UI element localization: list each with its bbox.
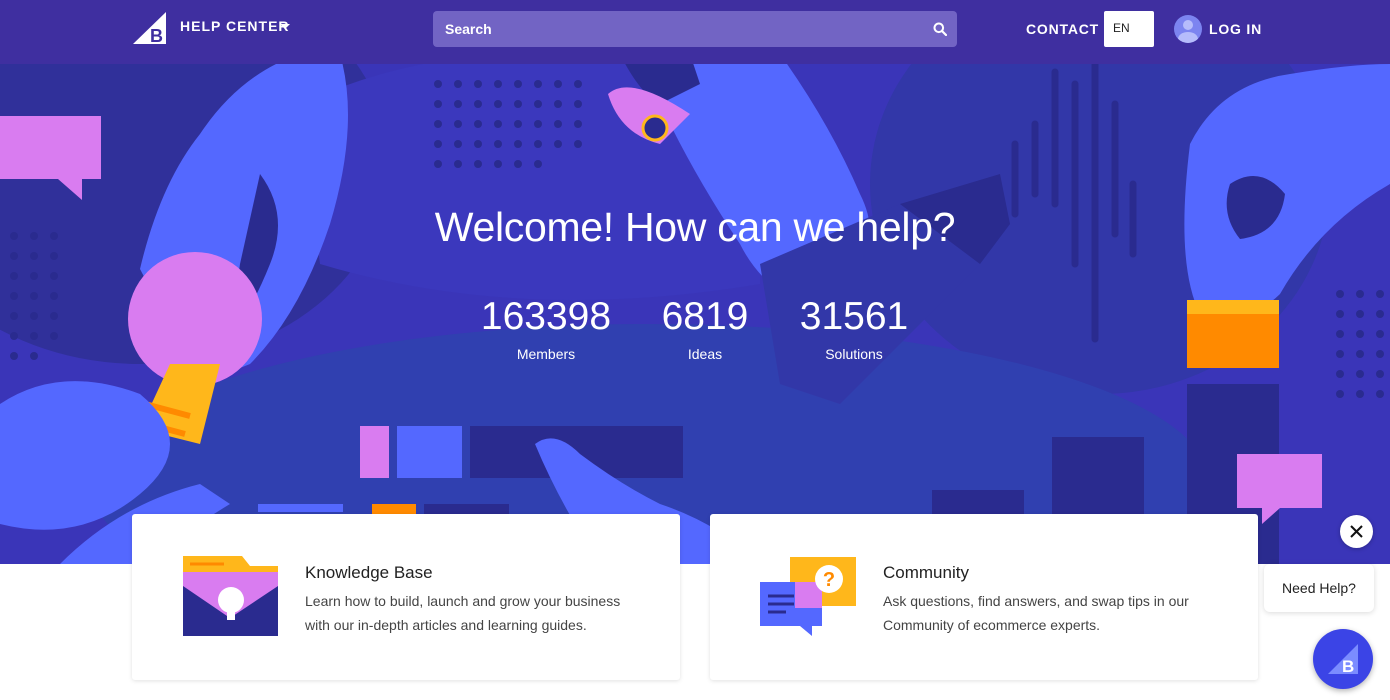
top-navigation-bar: B HELP CENTER CONTACT EN LOG IN (0, 0, 1390, 64)
svg-text:?: ? (823, 569, 835, 591)
search-bar (433, 11, 957, 47)
close-icon (1350, 525, 1363, 538)
search-icon[interactable] (933, 22, 947, 36)
stat-label: Solutions (825, 346, 883, 362)
help-center-menu[interactable]: HELP CENTER (180, 18, 290, 34)
chat-launcher-button[interactable]: B (1313, 629, 1373, 689)
need-help-bubble[interactable]: Need Help? (1264, 564, 1374, 612)
stat-label: Members (516, 346, 576, 362)
chat-logo-icon: B (1328, 644, 1358, 674)
search-input[interactable] (433, 11, 913, 47)
svg-text:B: B (1342, 657, 1354, 674)
community-card[interactable]: ? Community Ask questions, find answers,… (710, 514, 1258, 680)
hero-title: Welcome! How can we help? (434, 204, 956, 250)
card-description: Learn how to build, launch and grow your… (305, 593, 621, 633)
chat-question-icon: ? (760, 557, 856, 636)
stat-value: 31561 (799, 295, 909, 338)
hero-banner: Welcome! How can we help? 163398 Members… (0, 64, 1390, 564)
brand-logo-icon[interactable]: B (133, 12, 166, 44)
stat-ideas: 6819 Ideas (645, 295, 765, 363)
close-help-button[interactable] (1340, 515, 1373, 548)
stat-solutions: 31561 Solutions (789, 295, 919, 363)
stat-members: 163398 Members (476, 295, 616, 363)
card-description: Ask questions, find answers, and swap ti… (883, 593, 1189, 633)
caret-down-icon[interactable] (280, 24, 290, 29)
card-title[interactable]: Community (883, 563, 969, 583)
user-avatar-icon[interactable] (1174, 15, 1202, 43)
stat-label: Ideas (687, 346, 723, 362)
language-select[interactable]: EN (1104, 11, 1154, 47)
login-link[interactable]: LOG IN (1209, 21, 1262, 37)
folder-lightbulb-icon (183, 556, 278, 636)
knowledge-base-card[interactable]: Knowledge Base Learn how to build, launc… (132, 514, 680, 680)
contact-link[interactable]: CONTACT (1026, 21, 1099, 37)
stat-value: 163398 (480, 295, 612, 338)
stat-value: 6819 (661, 295, 749, 338)
card-title[interactable]: Knowledge Base (305, 563, 433, 583)
svg-text:B: B (150, 26, 163, 44)
